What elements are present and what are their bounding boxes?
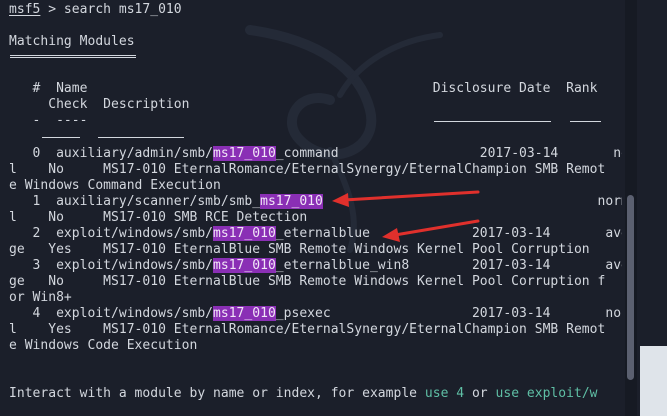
- interact-hint-or: or: [464, 386, 496, 401]
- module-path: 3 exploit/windows/smb/: [9, 258, 214, 273]
- table-header-line-1: # Name Disclosure Date Rank: [9, 81, 598, 96]
- table-row-detail: or Win8+: [9, 290, 72, 305]
- module-path-rest: _command 2017-03-14 norma: [275, 146, 622, 161]
- interact-hint-line: Interact with a module by name or index,…: [9, 386, 598, 402]
- module-path-rest: _psexec 2017-03-14 norma: [275, 306, 622, 321]
- table-header-line-3: - ----: [9, 113, 88, 128]
- heading-underline: [10, 55, 136, 58]
- module-path: 2 exploit/windows/smb/: [9, 226, 214, 241]
- description-underline: [98, 137, 184, 138]
- terminal-scrollbar-thumb[interactable]: [627, 195, 634, 380]
- use-index-command: use 4: [424, 386, 465, 401]
- search-match-highlight: ms17_010: [213, 258, 276, 273]
- search-match-highlight: ms17_010: [213, 146, 276, 161]
- prompt-line: msf5 > search ms17_010: [9, 2, 182, 18]
- background-window-edge: [640, 346, 667, 416]
- check-underline: [42, 137, 80, 138]
- module-path-rest: norma: [322, 194, 623, 209]
- table-row[interactable]: 3 exploit/windows/smb/ms17_010_eternalbl…: [9, 258, 622, 274]
- table-row-detail: ge Yes MS17-010 EternalBlue SMB Remote W…: [9, 242, 590, 257]
- interact-hint-text: Interact with a module by name or index,…: [9, 386, 425, 401]
- table-row[interactable]: 1 auxiliary/scanner/smb/smb_ms17_010 nor…: [9, 194, 622, 210]
- table-row-detail: l No MS17-010 SMB RCE Detection: [9, 210, 308, 225]
- table-row[interactable]: 2 exploit/windows/smb/ms17_010_eternalbl…: [9, 226, 622, 242]
- table-header-line-2: Check Description: [9, 97, 190, 112]
- search-match-highlight: ms17_010: [260, 194, 323, 209]
- rank-underline: [570, 121, 601, 122]
- module-path-rest: _eternalblue_win8 2017-03-14 avera: [275, 258, 622, 273]
- use-path-command: use exploit/w: [495, 386, 598, 401]
- table-row[interactable]: 0 auxiliary/admin/smb/ms17_010_command 2…: [9, 146, 622, 162]
- disclosure-date-underline: [434, 121, 551, 122]
- table-row[interactable]: 4 exploit/windows/smb/ms17_010_psexec 20…: [9, 306, 622, 322]
- search-match-highlight: ms17_010: [213, 226, 276, 241]
- matching-modules-heading: Matching Modules: [9, 34, 135, 49]
- table-row-detail: e Windows Code Execution: [9, 338, 198, 353]
- table-row-detail: e Windows Command Execution: [9, 178, 221, 193]
- module-path: 4 exploit/windows/smb/: [9, 306, 214, 321]
- module-path: 0 auxiliary/admin/smb/: [9, 146, 214, 161]
- module-path-rest: _eternalblue 2017-03-14 avera: [275, 226, 622, 241]
- table-row-detail: ge No MS17-010 EternalBlue SMB Remote Wi…: [9, 274, 606, 289]
- prompt-command: > search ms17_010: [40, 2, 182, 17]
- table-row-detail: l No MS17-010 EternalRomance/EternalSyne…: [9, 162, 606, 177]
- search-match-highlight: ms17_010: [213, 306, 276, 321]
- terminal-window[interactable]: msf5 > search ms17_010 Matching Modules …: [0, 0, 622, 416]
- table-row-detail: l Yes MS17-010 EternalRomance/EternalSyn…: [9, 322, 606, 337]
- module-path: 1 auxiliary/scanner/smb/smb_: [9, 194, 261, 209]
- prompt-name: msf5: [9, 2, 41, 17]
